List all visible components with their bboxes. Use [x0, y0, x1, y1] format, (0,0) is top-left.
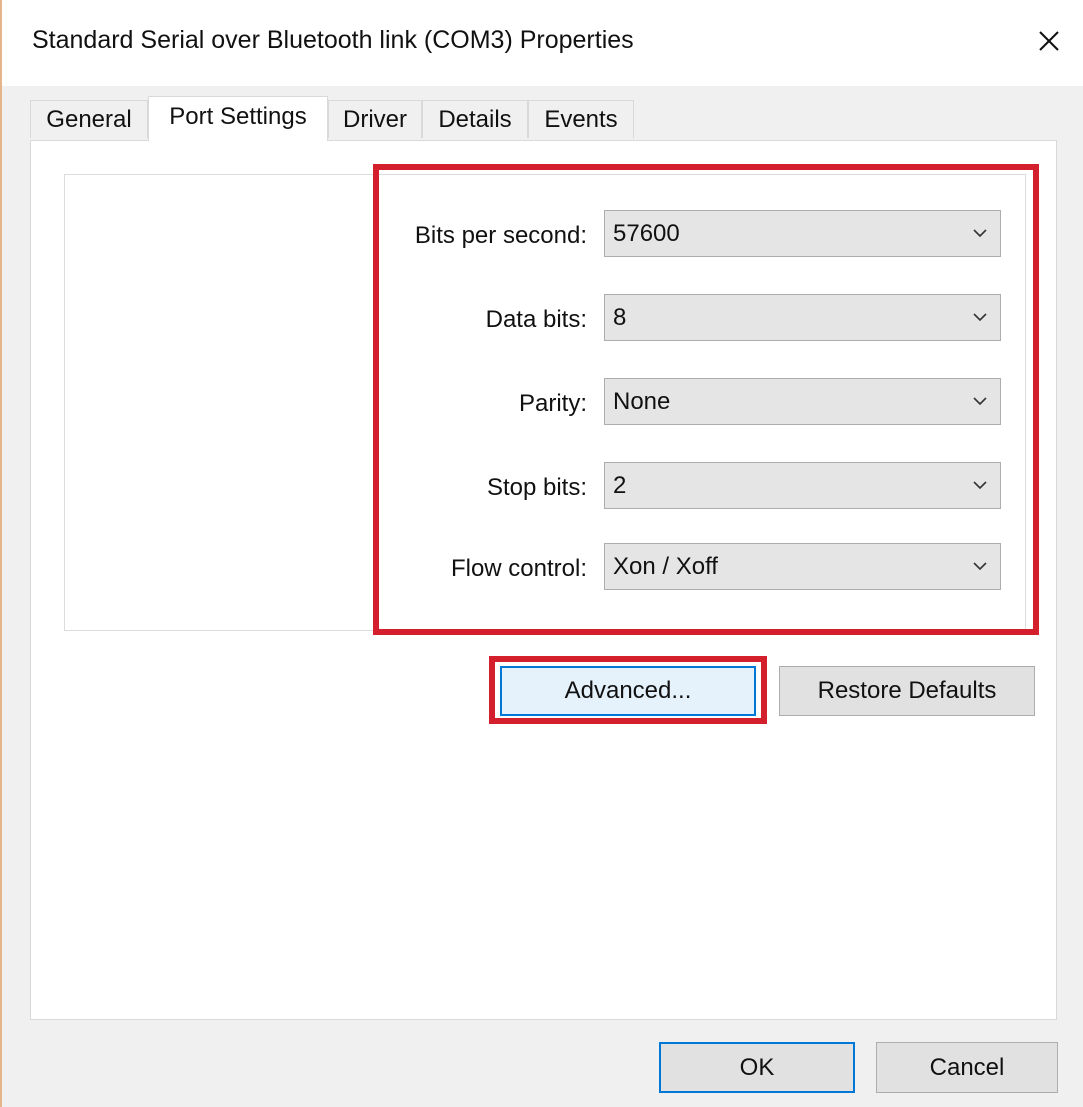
- chevron-down-icon: [973, 313, 987, 322]
- data-bits-value: 8: [613, 304, 627, 331]
- ok-button[interactable]: OK: [659, 1042, 855, 1093]
- tab-general[interactable]: General: [30, 100, 148, 138]
- bits-per-second-label: Bits per second:: [414, 222, 587, 249]
- data-bits-dropdown[interactable]: 8: [604, 294, 1001, 341]
- bits-per-second-value: 57600: [613, 220, 680, 247]
- parity-label: Parity:: [518, 390, 587, 417]
- restore-defaults-button[interactable]: Restore Defaults: [779, 666, 1035, 716]
- flow-control-value: Xon / Xoff: [613, 553, 718, 580]
- chevron-down-icon: [973, 481, 987, 490]
- parity-dropdown[interactable]: None: [604, 378, 1001, 425]
- stop-bits-label: Stop bits:: [486, 474, 587, 501]
- advanced-button[interactable]: Advanced...: [500, 666, 756, 716]
- chevron-down-icon: [973, 229, 987, 238]
- tab-port-settings[interactable]: Port Settings: [148, 96, 328, 141]
- tab-driver[interactable]: Driver: [328, 100, 422, 138]
- window-title: Standard Serial over Bluetooth link (COM…: [32, 26, 634, 54]
- close-button[interactable]: [1022, 16, 1076, 66]
- stop-bits-value: 2: [613, 472, 627, 499]
- tab-details[interactable]: Details: [422, 100, 528, 138]
- tab-events[interactable]: Events: [528, 100, 634, 138]
- properties-dialog: Standard Serial over Bluetooth link (COM…: [0, 0, 1083, 1107]
- flow-control-label: Flow control:: [450, 555, 587, 582]
- close-icon: [1039, 31, 1059, 51]
- bits-per-second-dropdown[interactable]: 57600: [604, 210, 1001, 257]
- flow-control-dropdown[interactable]: Xon / Xoff: [604, 543, 1001, 590]
- stop-bits-dropdown[interactable]: 2: [604, 462, 1001, 509]
- data-bits-label: Data bits:: [485, 306, 587, 333]
- tab-strip: General Port Settings Driver Details Eve…: [30, 96, 1060, 141]
- chevron-down-icon: [973, 397, 987, 406]
- chevron-down-icon: [973, 562, 987, 571]
- cancel-button[interactable]: Cancel: [876, 1042, 1058, 1093]
- parity-value: None: [613, 388, 671, 415]
- title-bar: Standard Serial over Bluetooth link (COM…: [2, 0, 1083, 86]
